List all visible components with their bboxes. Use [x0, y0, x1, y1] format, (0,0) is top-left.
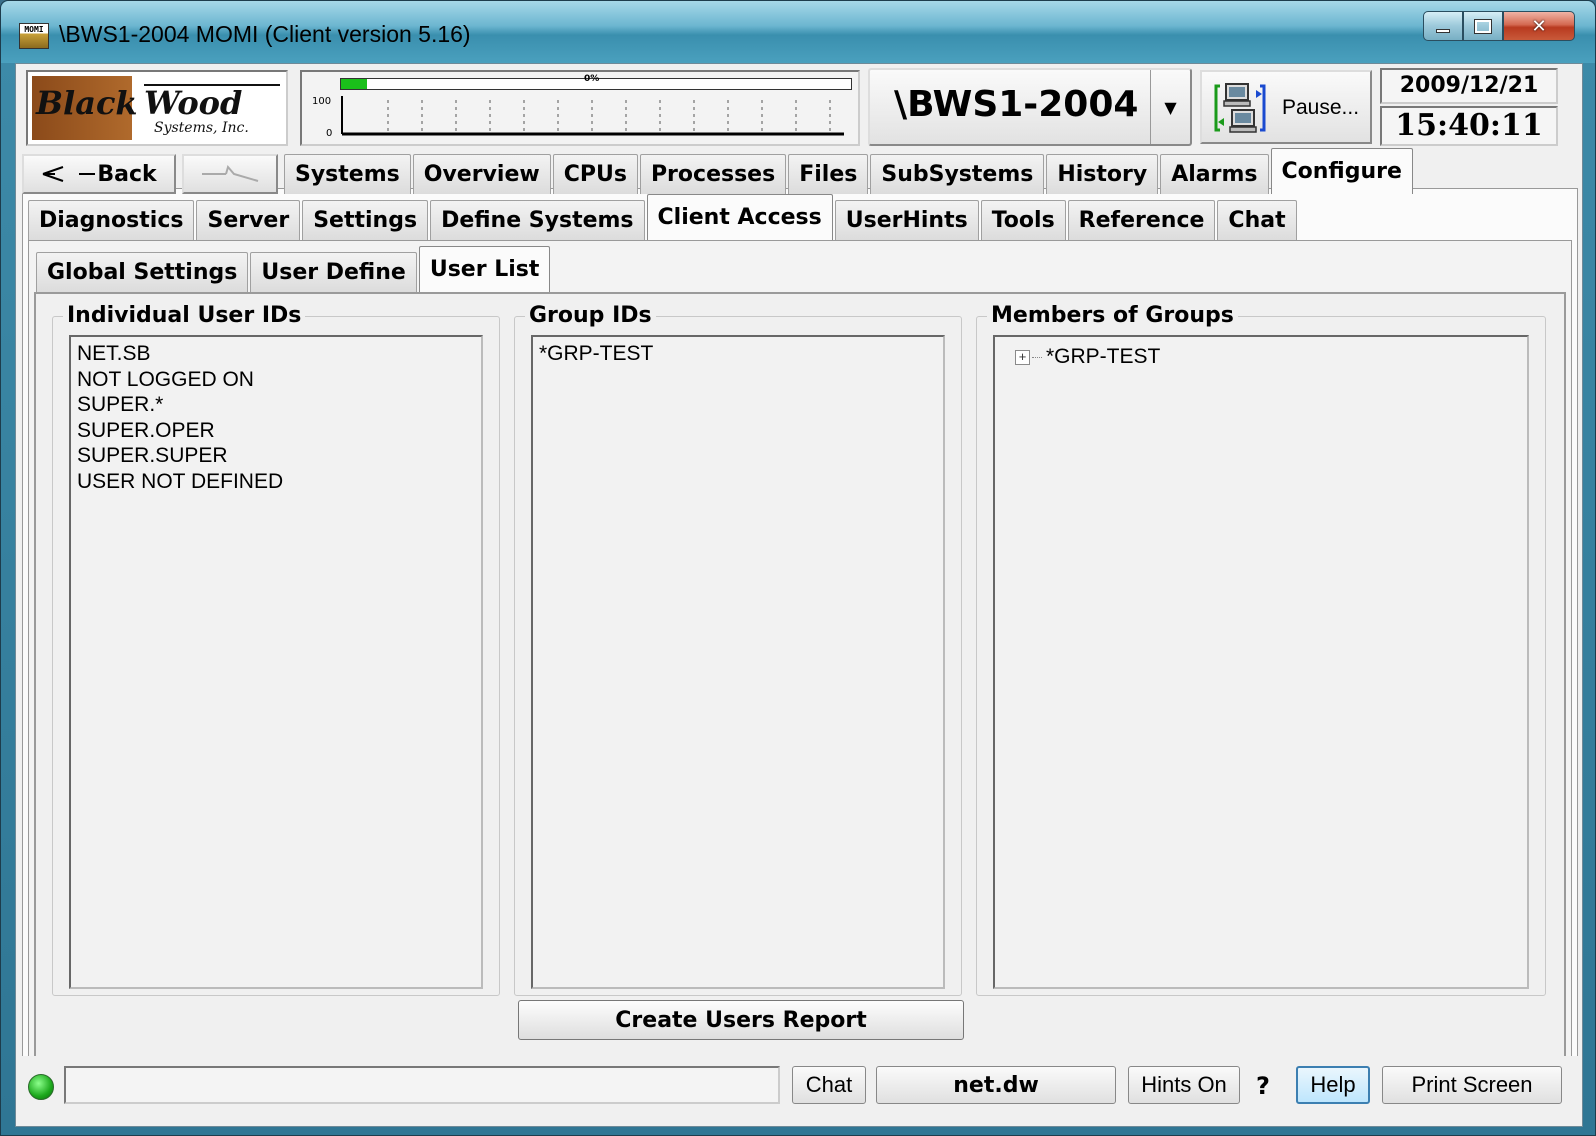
user-list-panel: Individual User IDs NET.SB NOT LOGGED ON S…	[34, 292, 1566, 1102]
pause-button[interactable]: Pause...	[1200, 70, 1372, 144]
group-ids-list[interactable]: *GRP-TEST	[531, 335, 945, 989]
subtab-reference[interactable]: Reference	[1067, 200, 1216, 240]
subtab-client-access[interactable]: Client Access	[646, 194, 833, 240]
status-bar: Chat net.dw Hints On ? Help Print Screen	[16, 1056, 1582, 1126]
subtab-define-systems[interactable]: Define Systems	[430, 200, 645, 240]
close-icon: ✕	[1531, 15, 1547, 37]
list-item[interactable]: SUPER.OPER	[77, 418, 475, 444]
pause-label: Pause...	[1282, 96, 1360, 119]
system-dropdown-button[interactable]: ▼	[1150, 70, 1190, 144]
status-message	[64, 1066, 780, 1104]
user-id-button[interactable]: net.dw	[876, 1066, 1116, 1104]
tab-files[interactable]: Files	[788, 154, 869, 194]
maximize-icon	[1474, 18, 1492, 34]
cpu-busy-graph[interactable]: 0% 100 0	[300, 70, 860, 146]
tab-systems[interactable]: Systems	[284, 154, 411, 194]
cpu-busy-fill	[341, 79, 367, 89]
usertab-global-settings[interactable]: Global Settings	[36, 252, 249, 292]
tab-alarms[interactable]: Alarms	[1160, 154, 1269, 194]
cpu-history-chart	[341, 96, 844, 136]
subtab-server[interactable]: Server	[196, 200, 301, 240]
list-item[interactable]: *GRP-TEST	[539, 341, 937, 367]
system-selector[interactable]: \BWS1-2004 ▼	[868, 68, 1192, 146]
system-name: \BWS1-2004	[894, 84, 1139, 125]
tab-subsystems[interactable]: SubSystems	[870, 154, 1045, 194]
logo-text-wood: Wood	[144, 84, 243, 122]
maximize-button[interactable]	[1463, 11, 1503, 41]
members-tree[interactable]: + *GRP-TEST	[993, 335, 1529, 989]
members-title: Members of Groups	[987, 303, 1238, 328]
subtab-userhints[interactable]: UserHints	[834, 200, 979, 240]
time-display: 15:40:11	[1380, 106, 1558, 146]
tree-node-label: *GRP-TEST	[1046, 345, 1161, 368]
list-item[interactable]: SUPER.*	[77, 392, 475, 418]
back-label: Back	[97, 161, 157, 187]
client-area: Black Wood Systems, Inc. 0% 100 0 \BWS1-…	[15, 63, 1583, 1127]
sub-tabs: Diagnostics Server Settings Define Systems C…	[28, 194, 1299, 240]
expand-icon[interactable]: +	[1015, 349, 1030, 365]
chevron-down-icon: ▼	[1164, 97, 1177, 117]
members-group: Members of Groups + *GRP-TEST	[976, 303, 1546, 996]
chat-button[interactable]: Chat	[792, 1066, 866, 1104]
subtab-settings[interactable]: Settings	[302, 200, 429, 240]
individual-users-list[interactable]: NET.SB NOT LOGGED ON SUPER.* SUPER.OPER SUPE…	[69, 335, 483, 989]
tab-overview[interactable]: Overview	[412, 154, 551, 194]
tab-configure[interactable]: Configure	[1270, 148, 1413, 194]
company-logo: Black Wood Systems, Inc.	[26, 70, 288, 146]
list-item[interactable]: NOT LOGGED ON	[77, 367, 475, 393]
cpu-busy-percent: 0%	[584, 74, 600, 84]
window-title: \BWS1-2004 MOMI (Client version 5.16)	[59, 21, 471, 47]
usertab-user-define[interactable]: User Define	[250, 252, 417, 292]
cpu-axis-min: 0	[326, 128, 333, 139]
subtab-tools[interactable]: Tools	[980, 200, 1066, 240]
list-item[interactable]: SUPER.SUPER	[77, 443, 475, 469]
forward-button[interactable]	[182, 154, 278, 194]
logo-text-sub: Systems, Inc.	[154, 120, 249, 136]
main-tabs: Systems Overview CPUs Processes Files SubSyst…	[284, 148, 1415, 194]
network-computers-icon	[1214, 83, 1266, 133]
close-button[interactable]: ✕	[1503, 11, 1575, 41]
print-screen-button[interactable]: Print Screen	[1382, 1066, 1562, 1104]
tab-history[interactable]: History	[1046, 154, 1159, 194]
back-button[interactable]: Back	[22, 154, 176, 194]
individual-users-title: Individual User IDs	[63, 303, 306, 328]
create-users-report-button[interactable]: Create Users Report	[518, 1000, 964, 1040]
minimize-icon	[1436, 29, 1450, 33]
minimize-button[interactable]	[1423, 11, 1463, 41]
tab-processes[interactable]: Processes	[639, 154, 787, 194]
usertab-user-list[interactable]: User List	[418, 246, 551, 292]
app-window: MOMI \BWS1-2004 MOMI (Client version 5.1…	[0, 0, 1596, 1136]
logo-text-black: Black	[36, 84, 138, 122]
subtab-chat[interactable]: Chat	[1217, 200, 1297, 240]
group-ids-group: Group IDs *GRP-TEST	[514, 303, 962, 996]
date-display: 2009/12/21	[1380, 68, 1558, 104]
tree-node[interactable]: + *GRP-TEST	[1015, 343, 1523, 371]
list-item[interactable]: USER NOT DEFINED	[77, 469, 475, 495]
title-bar[interactable]: MOMI \BWS1-2004 MOMI (Client version 5.1…	[1, 1, 1595, 63]
app-icon[interactable]: MOMI	[19, 23, 49, 49]
group-ids-title: Group IDs	[525, 303, 656, 328]
subtab-diagnostics[interactable]: Diagnostics	[28, 200, 195, 240]
forward-arrow-icon	[202, 164, 259, 182]
individual-users-group: Individual User IDs NET.SB NOT LOGGED ON S…	[52, 303, 500, 996]
user-tabs: Global Settings User Define User List	[36, 246, 552, 292]
list-item[interactable]: NET.SB	[77, 341, 475, 367]
tab-cpus[interactable]: CPUs	[552, 154, 638, 194]
status-led-icon	[28, 1074, 54, 1100]
help-button[interactable]: Help	[1296, 1066, 1370, 1104]
cpu-axis-max: 100	[312, 96, 332, 107]
main-tab-row: Back Systems Overview CPUs Processes Files Su…	[22, 148, 1415, 194]
back-arrow-icon	[43, 166, 96, 182]
hints-toggle-button[interactable]: Hints On	[1128, 1066, 1240, 1104]
help-question-icon[interactable]: ?	[1256, 1072, 1270, 1100]
